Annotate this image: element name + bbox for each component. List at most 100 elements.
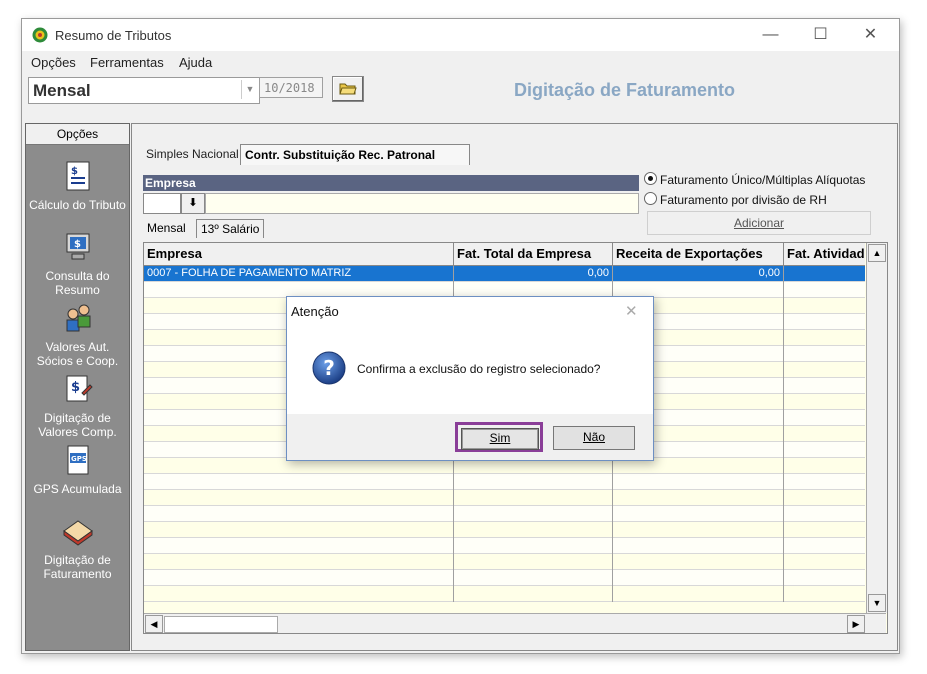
table-row[interactable] (144, 570, 865, 586)
scroll-right-icon[interactable]: ▶ (847, 615, 865, 633)
confirm-dialog: Atenção ✕ ? Confirma a exclusão do regis… (286, 296, 654, 461)
tab-contr-substituicao[interactable]: Contr. Substituição Rec. Patronal (240, 144, 470, 165)
table-cell (144, 570, 454, 586)
sidebar-item-label: Consulta do Resumo (45, 269, 110, 297)
sidebar-item-calculo[interactable]: $ Cálculo do Tributo (26, 160, 129, 230)
table-cell (613, 522, 784, 538)
column-header-receita-exportacoes[interactable]: Receita de Exportações (613, 243, 784, 265)
radio-faturamento-unico[interactable]: Faturamento Único/Múltiplas Alíquotas (644, 172, 865, 187)
open-folder-button[interactable] (332, 76, 364, 102)
table-cell (454, 506, 613, 522)
sidebar-item-label: Digitação de Faturamento (43, 553, 112, 581)
title-bar: Resumo de Tributos — ☐ ✕ (22, 19, 899, 51)
maximize-button[interactable]: ☐ (798, 19, 843, 51)
calculator-doc-icon: $ (66, 161, 90, 191)
table-row[interactable] (144, 522, 865, 538)
no-button[interactable]: Não (553, 426, 635, 450)
table-cell (613, 586, 784, 602)
month-field[interactable]: 10/2018 (259, 77, 323, 98)
yes-button[interactable]: Sim (461, 428, 539, 450)
table-row[interactable]: 0007 - FOLHA DE PAGAMENTO MATRIZ 0,00 0,… (144, 266, 865, 282)
radio-faturamento-divisao[interactable]: Faturamento por divisão de RH (644, 192, 827, 207)
table-cell (144, 522, 454, 538)
period-value: Mensal (33, 81, 91, 100)
sidebar-item-gps[interactable]: GPS GPS Acumulada (26, 444, 129, 514)
svg-text:$: $ (74, 239, 81, 250)
table-row[interactable] (144, 506, 865, 522)
menu-ajuda[interactable]: Ajuda (179, 55, 212, 70)
subtab-mensal[interactable]: Mensal (143, 219, 190, 237)
table-cell (613, 570, 784, 586)
table-row[interactable] (144, 586, 865, 602)
table-cell (454, 522, 613, 538)
table-cell (784, 346, 865, 362)
column-header-fat-atividade[interactable]: Fat. Atividade (784, 243, 865, 265)
table-cell (784, 394, 865, 410)
table-cell (784, 442, 865, 458)
table-cell (454, 490, 613, 506)
scroll-thumb[interactable] (164, 616, 278, 633)
page-title: Digitação de Faturamento (514, 80, 736, 100)
empresa-name-field[interactable] (205, 193, 639, 214)
radio-label: Faturamento por divisão de RH (660, 193, 827, 207)
vertical-scrollbar[interactable]: ▲ ▼ (866, 243, 887, 613)
svg-text:$: $ (71, 380, 80, 395)
close-button[interactable]: ✕ (848, 19, 893, 51)
table-cell (784, 378, 865, 394)
sidebar-item-label: Digitação de Valores Comp. (38, 411, 117, 439)
cell-fat-atividade (784, 266, 865, 282)
table-cell (784, 282, 865, 298)
minimize-button[interactable]: — (748, 19, 793, 51)
period-select[interactable]: Mensal ▼ (28, 77, 260, 104)
column-header-fat-total[interactable]: Fat. Total da Empresa (454, 243, 613, 265)
sidebar-item-digitacao-faturamento[interactable]: Digitação de Faturamento (26, 515, 129, 585)
table-cell (784, 458, 865, 474)
menu-ferramentas[interactable]: Ferramentas (90, 55, 164, 70)
table-row[interactable] (144, 490, 865, 506)
table-cell (784, 538, 865, 554)
money-doc-edit-icon: $ (66, 375, 93, 402)
dialog-close-icon[interactable]: ✕ (625, 302, 638, 320)
sidebar-item-consulta[interactable]: $ Consulta do Resumo (26, 231, 129, 301)
empresa-code-input[interactable] (143, 193, 181, 214)
horizontal-scrollbar[interactable]: ◀ ▶ (144, 613, 886, 633)
table-row[interactable] (144, 538, 865, 554)
scroll-down-icon[interactable]: ▼ (868, 594, 886, 612)
table-row[interactable] (144, 554, 865, 570)
cell-fat-total: 0,00 (454, 266, 613, 282)
svg-text:$: $ (71, 166, 78, 177)
table-cell (784, 506, 865, 522)
table-cell (784, 570, 865, 586)
table-cell (144, 506, 454, 522)
radio-selected-icon (644, 172, 657, 185)
grid-header: Empresa Fat. Total da Empresa Receita de… (144, 243, 865, 266)
empresa-lookup-button[interactable]: ⬇ (181, 193, 205, 214)
table-cell (144, 586, 454, 602)
cell-receita-exportacoes: 0,00 (613, 266, 784, 282)
folder-open-icon (339, 83, 357, 95)
table-cell (784, 426, 865, 442)
subtab-13-salario[interactable]: 13º Salário (196, 219, 265, 238)
menu-opcoes[interactable]: Opções (31, 55, 76, 70)
table-cell (784, 554, 865, 570)
sidebar-item-valores-aut[interactable]: Valores Aut. Sócios e Coop. (26, 302, 129, 372)
table-cell (613, 538, 784, 554)
scroll-left-icon[interactable]: ◀ (145, 615, 163, 633)
column-header-empresa[interactable]: Empresa (144, 243, 454, 265)
people-money-icon (66, 304, 91, 332)
question-icon: ? (312, 351, 346, 385)
sidebar-item-digitacao-valores[interactable]: $ Digitação de Valores Comp. (26, 373, 129, 443)
table-cell (613, 474, 784, 490)
table-row[interactable] (144, 474, 865, 490)
chevron-down-icon[interactable]: ▼ (241, 80, 258, 99)
tab-simples-nacional[interactable]: Simples Nacional (142, 144, 243, 165)
scroll-up-icon[interactable]: ▲ (868, 244, 886, 262)
table-cell (613, 490, 784, 506)
table-cell (784, 586, 865, 602)
no-button-label: Não (582, 430, 605, 444)
notebook-icon (63, 520, 93, 546)
computer-query-icon: $ (66, 233, 90, 260)
radio-label: Faturamento Único/Múltiplas Alíquotas (660, 173, 866, 187)
sidebar-title: Opções (26, 124, 129, 145)
adicionar-button[interactable]: Adicionar (647, 211, 871, 235)
